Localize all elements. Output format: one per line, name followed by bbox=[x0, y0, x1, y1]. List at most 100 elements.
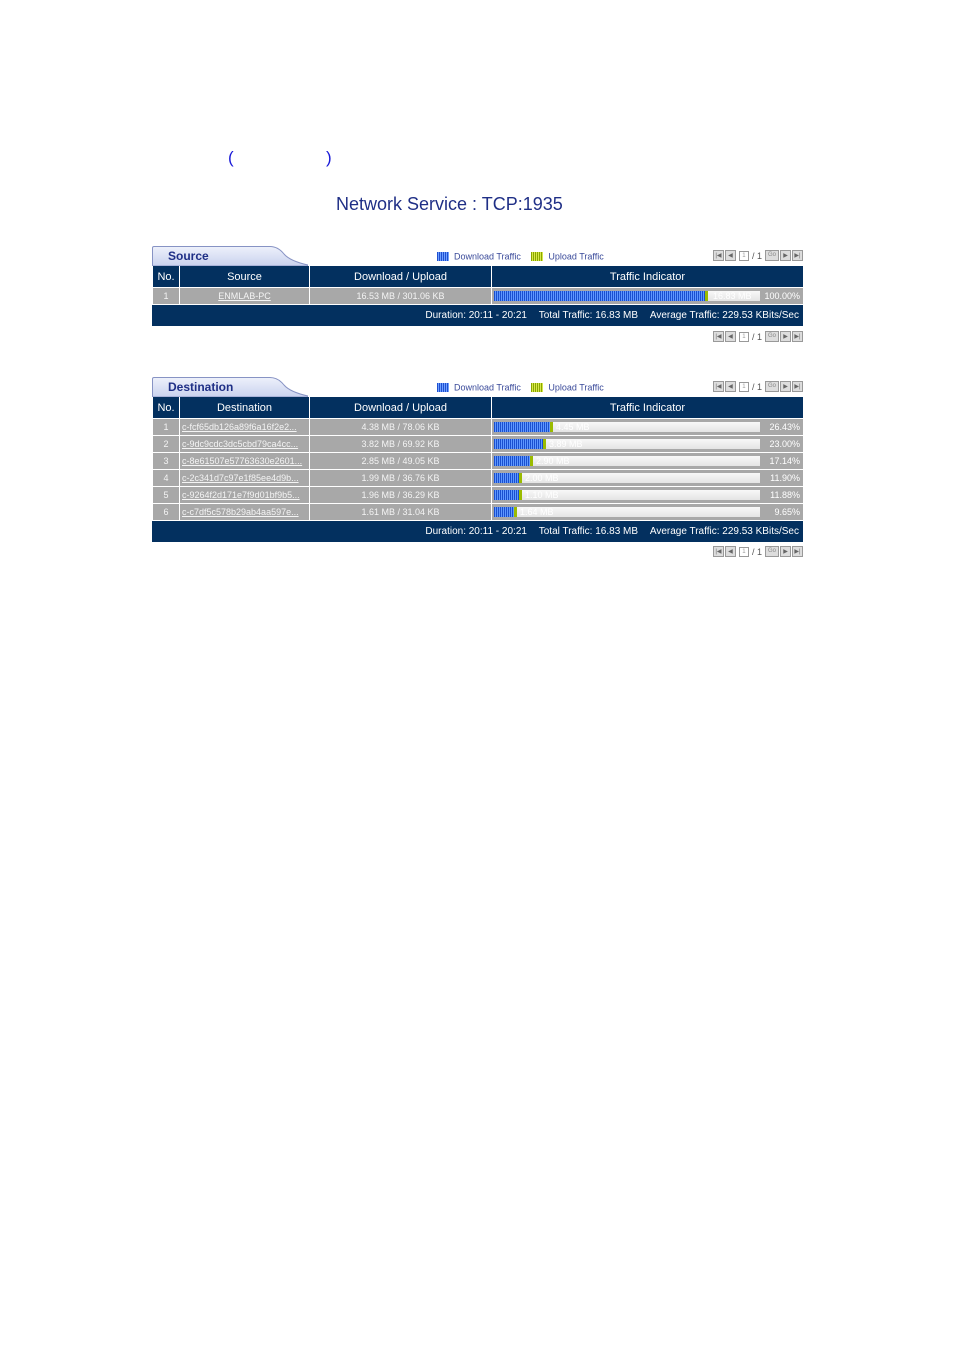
traffic-percent: 26.43% bbox=[769, 422, 800, 432]
page-title: Network Service : TCP:1935 bbox=[336, 194, 563, 214]
upload-bar-fill bbox=[519, 473, 522, 483]
go-button[interactable]: Go bbox=[764, 250, 779, 261]
total-traffic: Total Traffic: 16.83 MB bbox=[538, 310, 639, 321]
bar-total-label: 2.00 MB bbox=[525, 473, 559, 483]
host-link[interactable]: c-2c341d7c97e1f85ee4d9b... bbox=[182, 473, 299, 483]
col-no: No. bbox=[152, 266, 180, 288]
title-parentheses: ( ) bbox=[228, 148, 338, 168]
page-total: / 1 bbox=[751, 250, 762, 261]
table-row: 1 c-fcf65db126a89f6a16f2e2... 4.38 MB / 78… bbox=[152, 418, 804, 436]
prev-page-icon[interactable]: ◀ bbox=[724, 250, 736, 261]
download-bar-fill bbox=[494, 291, 705, 301]
table-row: 2 c-9dc9cdc3dc5cbd79ca4cc... 3.82 MB / 69.… bbox=[152, 435, 804, 453]
host-link[interactable]: ENMLAB-PC bbox=[218, 291, 271, 301]
row-host-cell: c-8e61507e57763630e2601... bbox=[179, 452, 310, 470]
first-page-icon[interactable]: |◀ bbox=[712, 381, 724, 392]
traffic-bar-track: 1.64 MB bbox=[494, 507, 760, 517]
first-page-icon[interactable]: |◀ bbox=[712, 331, 724, 342]
row-no: 2 bbox=[152, 435, 180, 453]
row-download-upload: 1.61 MB / 31.04 KB bbox=[309, 503, 492, 521]
host-link[interactable]: c-fcf65db126a89f6a16f2e2... bbox=[182, 422, 297, 432]
total-traffic: Total Traffic: 16.83 MB bbox=[538, 526, 639, 537]
page-input[interactable]: 1 bbox=[738, 331, 749, 342]
download-bar-fill bbox=[494, 456, 530, 466]
legend-upload-label: Upload Traffic bbox=[548, 382, 604, 393]
source-pager-top: |◀ ◀ 1 / 1 Go ▶ ▶| bbox=[712, 250, 803, 261]
last-page-icon[interactable]: ▶| bbox=[792, 250, 803, 261]
page-input[interactable]: 1 bbox=[738, 546, 749, 557]
legend: Download Traffic Upload Traffic bbox=[437, 251, 604, 262]
row-host-cell: ENMLAB-PC bbox=[179, 287, 310, 305]
go-button[interactable]: Go bbox=[764, 331, 779, 342]
next-page-icon[interactable]: ▶ bbox=[780, 381, 791, 392]
row-download-upload: 1.96 MB / 36.29 KB bbox=[309, 486, 492, 504]
row-host-cell: c-c7df5c578b29ab4aa597e... bbox=[179, 503, 310, 521]
upload-bar-fill bbox=[705, 291, 708, 301]
row-download-upload: 16.53 MB / 301.06 KB bbox=[309, 287, 492, 305]
legend-download-label: Download Traffic bbox=[454, 251, 521, 262]
destination-panel: Destination Download Traffic Upload Traf… bbox=[152, 377, 804, 557]
bar-total-label: 16.83 MB bbox=[713, 291, 752, 301]
last-page-icon[interactable]: ▶| bbox=[792, 381, 803, 392]
go-button[interactable]: Go bbox=[764, 381, 779, 392]
next-page-icon[interactable]: ▶ bbox=[780, 546, 791, 557]
destination-pager-bottom: |◀ ◀ 1 / 1 Go ▶ ▶| bbox=[712, 546, 803, 557]
go-button[interactable]: Go bbox=[764, 546, 779, 557]
host-link[interactable]: c-9dc9cdc3dc5cbd79ca4cc... bbox=[182, 439, 298, 449]
row-no: 1 bbox=[152, 287, 180, 305]
col-traffic-indicator: Traffic Indicator bbox=[491, 266, 804, 288]
table-row: 4 c-2c341d7c97e1f85ee4d9b... 1.99 MB / 36.… bbox=[152, 469, 804, 487]
col-destination: Destination bbox=[179, 397, 310, 419]
upload-traffic-swatch-icon bbox=[531, 252, 544, 262]
last-page-icon[interactable]: ▶| bbox=[792, 546, 803, 557]
page-input[interactable]: 1 bbox=[738, 250, 749, 261]
average-traffic: Average Traffic: 229.53 KBits/Sec bbox=[649, 526, 799, 537]
duration: Duration: 20:11 - 20:21 bbox=[425, 526, 527, 537]
bar-total-label: 1.10 MB bbox=[525, 490, 559, 500]
traffic-percent: 23.00% bbox=[769, 439, 800, 449]
traffic-indicator-cell: 3.89 MB 23.00% bbox=[491, 435, 804, 453]
traffic-indicator-cell: 1.10 MB 11.88% bbox=[491, 486, 804, 504]
row-download-upload: 4.38 MB / 78.06 KB bbox=[309, 418, 492, 436]
destination-tab: Destination bbox=[152, 377, 308, 397]
page-total: / 1 bbox=[751, 546, 762, 557]
traffic-indicator-cell: 4.45 MB 26.43% bbox=[491, 418, 804, 436]
col-traffic-indicator: Traffic Indicator bbox=[491, 397, 804, 419]
next-page-icon[interactable]: ▶ bbox=[780, 331, 791, 342]
host-link[interactable]: c-9264f2d171e7f9d01bf9b5... bbox=[182, 490, 300, 500]
duration: Duration: 20:11 - 20:21 bbox=[425, 310, 527, 321]
destination-panel-header: Destination Download Traffic Upload Traf… bbox=[152, 377, 803, 397]
source-summary: Duration: 20:11 - 20:21 Total Traffic: 1… bbox=[152, 305, 803, 326]
first-page-icon[interactable]: |◀ bbox=[712, 250, 724, 261]
col-download-upload: Download / Upload bbox=[309, 266, 492, 288]
destination-pager-top: |◀ ◀ 1 / 1 Go ▶ ▶| bbox=[712, 381, 803, 392]
source-tab-label: Source bbox=[168, 249, 209, 263]
host-link[interactable]: c-8e61507e57763630e2601... bbox=[182, 456, 302, 466]
first-page-icon[interactable]: |◀ bbox=[712, 546, 724, 557]
download-traffic-swatch-icon bbox=[437, 252, 449, 262]
last-page-icon[interactable]: ▶| bbox=[792, 331, 803, 342]
download-bar-fill bbox=[494, 439, 543, 449]
row-download-upload: 1.99 MB / 36.76 KB bbox=[309, 469, 492, 487]
host-link[interactable]: c-c7df5c578b29ab4aa597e... bbox=[182, 507, 299, 517]
traffic-bar-track: 4.45 MB bbox=[494, 422, 760, 432]
upload-traffic-swatch-icon bbox=[531, 383, 544, 393]
traffic-indicator-cell: 1.64 MB 9.65% bbox=[491, 503, 804, 521]
page-input[interactable]: 1 bbox=[738, 381, 749, 392]
prev-page-icon[interactable]: ◀ bbox=[724, 546, 736, 557]
legend-upload-label: Upload Traffic bbox=[548, 251, 604, 262]
source-table-header: No. Source Download / Upload Traffic Ind… bbox=[152, 266, 804, 288]
next-page-icon[interactable]: ▶ bbox=[780, 250, 791, 261]
average-traffic: Average Traffic: 229.53 KBits/Sec bbox=[649, 310, 799, 321]
prev-page-icon[interactable]: ◀ bbox=[724, 381, 736, 392]
paren-right: ) bbox=[326, 148, 332, 167]
table-row: 6 c-c7df5c578b29ab4aa597e... 1.61 MB / 31.… bbox=[152, 503, 804, 521]
table-row: 5 c-9264f2d171e7f9d01bf9b5... 1.96 MB / 36… bbox=[152, 486, 804, 504]
prev-page-icon[interactable]: ◀ bbox=[724, 331, 736, 342]
paren-left: ( bbox=[228, 148, 234, 167]
destination-table-header: No. Destination Download / Upload Traffi… bbox=[152, 397, 804, 419]
download-bar-fill bbox=[494, 490, 519, 500]
traffic-bar-track: 1.10 MB bbox=[494, 490, 760, 500]
upload-bar-fill bbox=[514, 507, 517, 517]
row-no: 1 bbox=[152, 418, 180, 436]
